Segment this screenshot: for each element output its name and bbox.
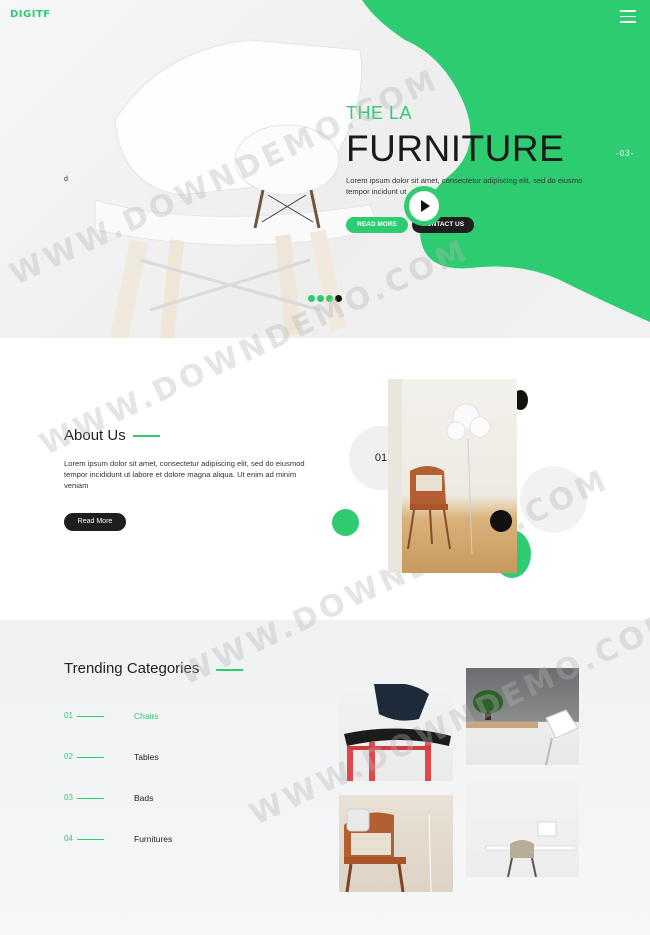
play-icon [421,200,430,212]
category-name: Tables [134,752,159,762]
about-read-more-button[interactable]: Read More [64,513,126,531]
hero-section: DIGITF d THE LA FURNITURE Lorem ipsum do… [0,0,650,338]
category-rule [77,798,104,799]
hero-title: FURNITURE [346,128,565,169]
play-video-button[interactable] [404,186,444,226]
decor-circle-black-2 [490,510,512,532]
hero-description: Lorem ipsum dolor sit amet, consectetur … [346,176,583,196]
brand-logo[interactable]: DIGITF [10,9,51,20]
category-item-bads[interactable]: 03 Bads [64,793,264,807]
category-number: 02 [64,752,73,761]
category-item-tables[interactable]: 02 Tables [64,752,264,766]
category-rule [77,757,104,758]
category-image-furniture[interactable] [466,780,579,877]
slide-number: -03- [616,149,635,158]
hero-side-text: d [64,176,68,183]
title-accent-line [133,435,160,437]
about-description: Lorem ipsum dolor sit amet, consectetur … [64,459,305,490]
category-name: Bads [134,793,154,803]
category-item-chairs[interactable]: 01 Chairs [64,711,264,725]
decor-circle-green [332,509,359,536]
category-number: 04 [64,834,73,843]
category-rule [77,716,104,717]
read-more-button[interactable]: READ MORE [346,217,408,233]
about-section: About Us Lorem ipsum dolor sit amet, con… [0,338,650,620]
category-name: Chairs [134,711,159,721]
hamburger-icon[interactable] [620,10,636,24]
category-image-bed[interactable] [339,795,453,892]
category-name: Furnitures [134,834,173,844]
category-number: 01 [64,711,73,720]
category-item-furnitures[interactable]: 04 Furnitures [64,834,264,848]
category-number: 03 [64,793,73,802]
about-chair-image [388,379,517,573]
category-rule [77,839,104,840]
